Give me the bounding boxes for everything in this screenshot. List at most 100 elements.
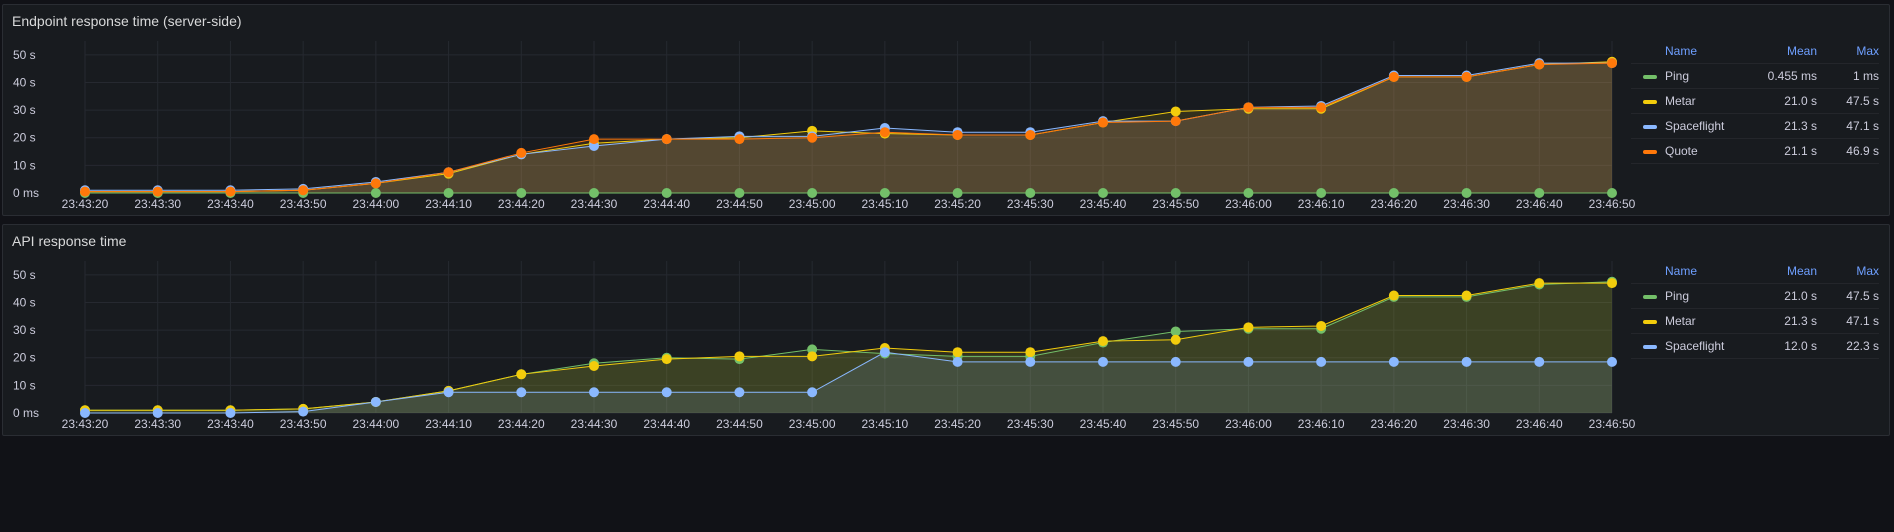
legend-item-quote[interactable]: Quote 21.1 s 46.9 s bbox=[1631, 139, 1879, 164]
legend: Name Mean Max Ping 0.455 ms 1 ms Metar 21.0 … bbox=[1631, 39, 1879, 164]
legend-item-ping[interactable]: Ping 0.455 ms 1 ms bbox=[1631, 64, 1879, 89]
data-point-metar bbox=[1607, 278, 1617, 289]
x-tick-label: 23:46:40 bbox=[1516, 417, 1563, 431]
x-tick-label: 23:44:50 bbox=[716, 197, 763, 211]
y-tick-label: 30 s bbox=[13, 323, 36, 337]
x-tick-label: 23:45:20 bbox=[934, 197, 981, 211]
x-tick-label: 23:43:30 bbox=[134, 197, 181, 211]
x-tick-label: 23:45:30 bbox=[1007, 197, 1054, 211]
x-tick-label: 23:45:10 bbox=[861, 197, 908, 211]
data-point-quote bbox=[734, 134, 745, 145]
x-tick-label: 23:46:40 bbox=[1516, 197, 1563, 211]
legend-swatch bbox=[1643, 75, 1657, 79]
legend-item-spaceflight[interactable]: Spaceflight 12.0 s 22.3 s bbox=[1631, 334, 1879, 359]
data-point-quote bbox=[370, 178, 381, 189]
y-tick-label: 40 s bbox=[13, 75, 36, 89]
legend-item-metar[interactable]: Metar 21.3 s 47.1 s bbox=[1631, 309, 1879, 334]
x-tick-label: 23:43:40 bbox=[207, 417, 254, 431]
legend-mean-value: 21.1 s bbox=[1784, 144, 1817, 158]
data-point-ping bbox=[516, 188, 527, 198]
data-point-ping bbox=[661, 188, 672, 198]
data-point-ping bbox=[952, 188, 963, 198]
data-point-ping bbox=[879, 188, 890, 198]
legend-header-max[interactable]: Max bbox=[1856, 44, 1879, 58]
legend-swatch bbox=[1643, 320, 1657, 324]
x-tick-label: 23:43:30 bbox=[134, 417, 181, 431]
x-tick-label: 23:44:00 bbox=[352, 417, 399, 431]
data-point-quote bbox=[298, 185, 309, 196]
data-point-metar bbox=[1461, 290, 1472, 301]
data-point-spaceflight bbox=[734, 387, 745, 398]
data-point-ping bbox=[370, 188, 381, 198]
legend-header: Name Mean Max bbox=[1631, 259, 1879, 284]
legend-header-name[interactable]: Name bbox=[1665, 44, 1697, 58]
data-point-quote bbox=[1243, 102, 1254, 113]
x-tick-label: 23:44:40 bbox=[643, 197, 690, 211]
data-point-ping bbox=[1243, 188, 1254, 198]
x-tick-label: 23:43:40 bbox=[207, 197, 254, 211]
x-tick-label: 23:46:10 bbox=[1298, 417, 1345, 431]
data-point-quote bbox=[152, 186, 163, 197]
legend-mean-value: 21.3 s bbox=[1784, 119, 1817, 133]
legend-header-max[interactable]: Max bbox=[1856, 264, 1879, 278]
legend-item-metar[interactable]: Metar 21.0 s 47.5 s bbox=[1631, 89, 1879, 114]
x-tick-label: 23:45:00 bbox=[789, 197, 836, 211]
data-point-quote bbox=[80, 186, 90, 197]
data-point-spaceflight bbox=[443, 387, 454, 398]
api-response-chart: 0 ms 10 s 20 s 30 s 40 s 50 s 23:43:20 23:43:30… bbox=[13, 261, 1636, 431]
data-point-metar bbox=[661, 354, 672, 365]
data-point-ping bbox=[1025, 188, 1036, 198]
data-point-spaceflight bbox=[1170, 356, 1181, 367]
data-point-ping bbox=[1534, 188, 1545, 198]
data-point-ping bbox=[589, 188, 599, 198]
legend-header-mean[interactable]: Mean bbox=[1787, 44, 1817, 58]
data-point-spaceflight bbox=[80, 408, 90, 418]
legend-mean-value: 12.0 s bbox=[1784, 339, 1817, 353]
legend-header: Name Mean Max bbox=[1631, 39, 1879, 64]
x-tick-label: 23:44:50 bbox=[716, 417, 763, 431]
x-tick-label: 23:46:20 bbox=[1370, 417, 1417, 431]
legend: Name Mean Max Ping 21.0 s 47.5 s Metar 21.3 … bbox=[1631, 259, 1879, 359]
data-point-quote bbox=[952, 129, 963, 140]
legend-item-spaceflight[interactable]: Spaceflight 21.3 s 47.1 s bbox=[1631, 114, 1879, 139]
data-point-metar bbox=[1170, 106, 1181, 117]
data-point-metar bbox=[807, 351, 818, 362]
legend-max-value: 22.3 s bbox=[1846, 339, 1879, 353]
data-point-quote bbox=[1025, 129, 1036, 140]
data-point-quote bbox=[225, 186, 236, 197]
data-point-spaceflight bbox=[152, 408, 163, 418]
legend-series-name: Metar bbox=[1665, 314, 1696, 328]
x-tick-label: 23:44:30 bbox=[571, 197, 618, 211]
legend-max-value: 47.1 s bbox=[1846, 314, 1879, 328]
legend-item-ping[interactable]: Ping 21.0 s 47.5 s bbox=[1631, 284, 1879, 309]
legend-swatch bbox=[1643, 100, 1657, 104]
data-point-metar bbox=[1025, 347, 1036, 358]
y-tick-label: 30 s bbox=[13, 103, 36, 117]
data-point-spaceflight bbox=[661, 387, 672, 398]
x-tick-label: 23:43:20 bbox=[62, 417, 109, 431]
legend-swatch bbox=[1643, 295, 1657, 299]
legend-max-value: 47.5 s bbox=[1846, 94, 1879, 108]
x-tick-label: 23:45:30 bbox=[1007, 417, 1054, 431]
x-tick-label: 23:43:50 bbox=[280, 417, 327, 431]
data-point-quote bbox=[807, 132, 818, 143]
legend-header-mean[interactable]: Mean bbox=[1787, 264, 1817, 278]
api-response-panel: API response time 0 ms 10 s 20 s 30 s 40 s 50… bbox=[2, 224, 1890, 436]
legend-header-name[interactable]: Name bbox=[1665, 264, 1697, 278]
data-point-spaceflight bbox=[1461, 356, 1472, 367]
y-tick-label: 20 s bbox=[13, 351, 36, 365]
legend-mean-value: 21.3 s bbox=[1784, 314, 1817, 328]
y-tick-label: 10 s bbox=[13, 158, 36, 172]
data-point-ping bbox=[1461, 188, 1472, 198]
endpoint-response-panel: Endpoint response time (server-side) 0 m… bbox=[2, 4, 1890, 216]
legend-max-value: 47.1 s bbox=[1846, 119, 1879, 133]
x-tick-label: 23:44:30 bbox=[571, 417, 618, 431]
legend-swatch bbox=[1643, 150, 1657, 154]
data-point-ping bbox=[1170, 188, 1181, 198]
data-point-spaceflight bbox=[1607, 356, 1617, 367]
legend-max-value: 46.9 s bbox=[1846, 144, 1879, 158]
data-point-spaceflight bbox=[516, 387, 527, 398]
x-tick-label: 23:44:40 bbox=[643, 417, 690, 431]
data-point-spaceflight bbox=[225, 408, 236, 418]
x-tick-label: 23:46:30 bbox=[1443, 197, 1490, 211]
